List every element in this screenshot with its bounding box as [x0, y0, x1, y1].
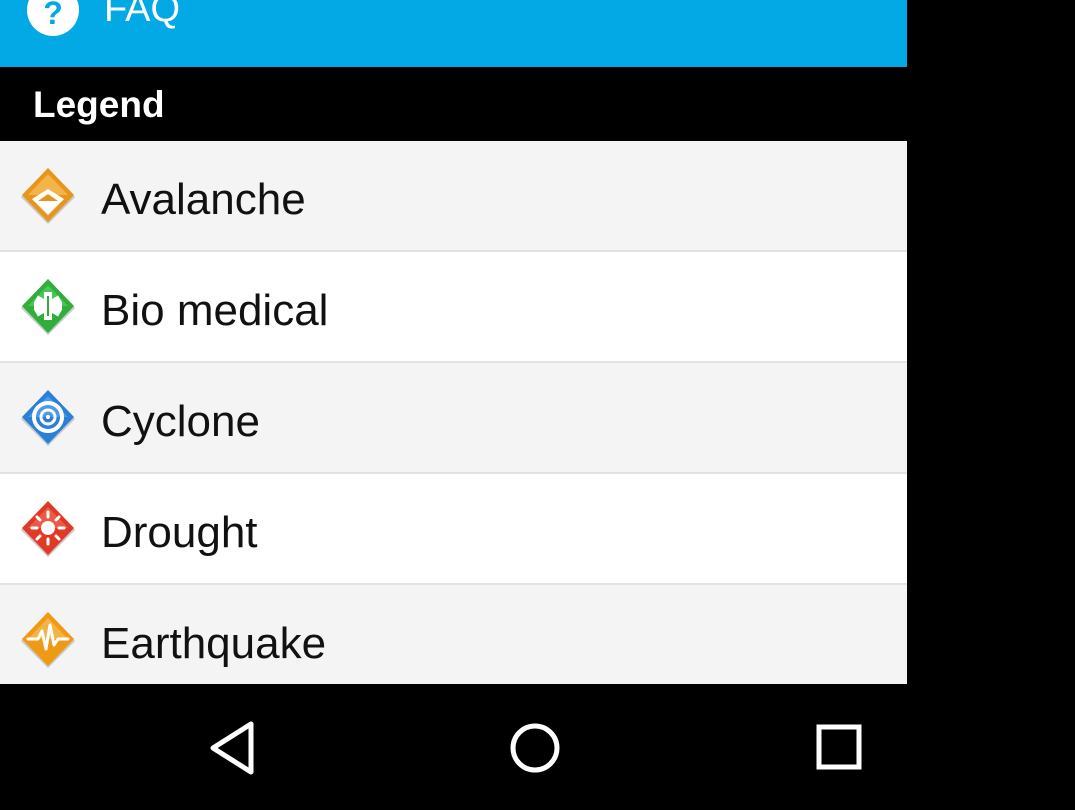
legend-item-cyclone[interactable]: Cyclone: [0, 363, 907, 474]
legend-item-label: Earthquake: [101, 619, 327, 668]
help-circle-icon: ?: [27, 0, 79, 36]
faq-label: FAQ: [104, 0, 181, 30]
drought-icon: [18, 500, 78, 560]
legend-item-earthquake[interactable]: Earthquake: [0, 585, 907, 684]
legend-list: Avalanche Bio medical Cyclone Drought Ea…: [0, 141, 907, 684]
avalanche-icon: [18, 167, 78, 227]
legend-item-label: Bio medical: [101, 286, 329, 335]
cyclone-icon: [18, 389, 78, 449]
legend-item-avalanche[interactable]: Avalanche: [0, 141, 907, 252]
bio-medical-icon: [18, 278, 78, 338]
drawer-item-faq[interactable]: ? FAQ: [0, 0, 907, 67]
back-triangle-icon[interactable]: [203, 718, 263, 778]
earthquake-icon: [18, 611, 78, 671]
navigation-drawer: ? FAQ Legend Avalanche Bio medical Cyclo…: [0, 0, 907, 684]
section-title: Legend: [33, 84, 165, 125]
legend-item-label: Avalanche: [101, 175, 306, 224]
screen: ? FAQ Legend Avalanche Bio medical Cyclo…: [0, 0, 1075, 810]
legend-item-drought[interactable]: Drought: [0, 474, 907, 585]
recents-square-icon[interactable]: [809, 718, 869, 778]
legend-section-header: Legend: [0, 67, 907, 141]
legend-item-bio-medical[interactable]: Bio medical: [0, 252, 907, 363]
svg-text:?: ?: [43, 0, 63, 31]
legend-item-label: Drought: [101, 508, 258, 557]
legend-item-label: Cyclone: [101, 397, 260, 446]
home-circle-icon[interactable]: [505, 718, 565, 778]
system-navigation-bar: [0, 684, 1075, 810]
